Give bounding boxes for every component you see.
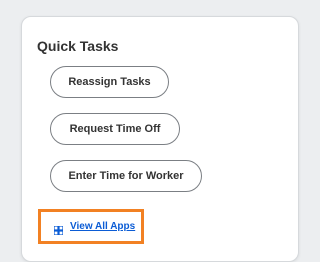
- view-all-apps-link[interactable]: View All Apps: [38, 209, 144, 244]
- enter-time-for-worker-button[interactable]: Enter Time for Worker: [50, 160, 202, 192]
- card-title: Quick Tasks: [37, 38, 119, 54]
- reassign-tasks-button[interactable]: Reassign Tasks: [50, 66, 169, 98]
- quick-tasks-card: Quick Tasks Reassign Tasks Request Time …: [21, 16, 299, 262]
- grid-icon: [53, 222, 64, 236]
- request-time-off-button[interactable]: Request Time Off: [50, 113, 180, 145]
- view-all-apps-label: View All Apps: [70, 221, 136, 232]
